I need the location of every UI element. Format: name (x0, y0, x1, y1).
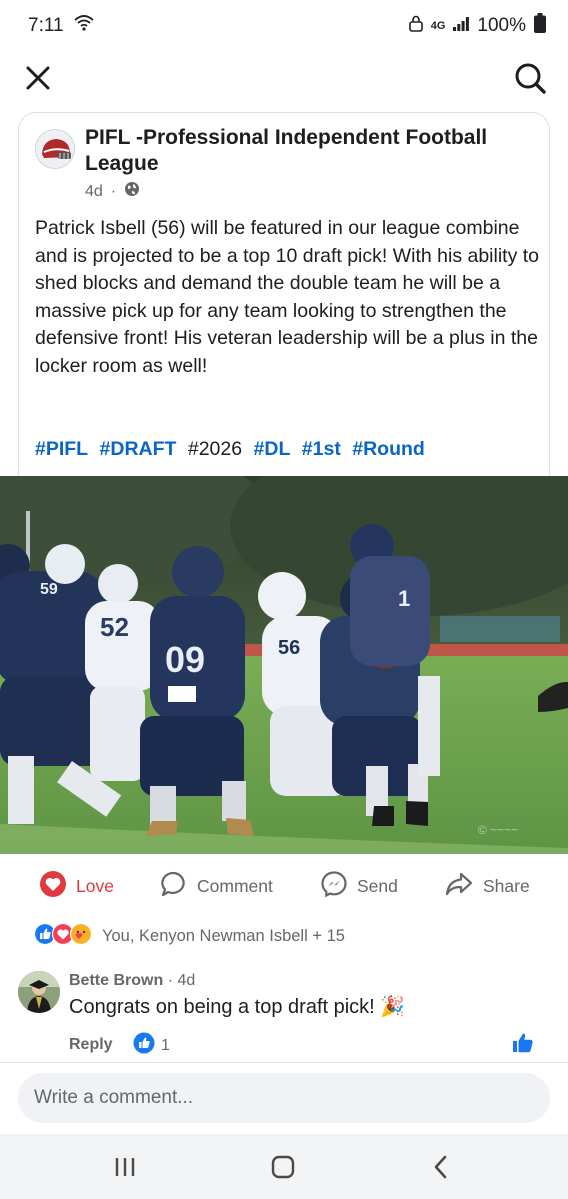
comment-input[interactable] (18, 1073, 550, 1123)
comment-button[interactable]: Comment (160, 862, 273, 910)
status-left: 7:11 (28, 15, 94, 37)
svg-text:09: 09 (165, 639, 205, 680)
wifi-icon (73, 15, 94, 37)
hashtag-dl[interactable]: #DL (254, 438, 291, 460)
comment-time: 4d (177, 972, 196, 989)
network-type: 4G (430, 20, 446, 32)
meta-separator: · (110, 182, 117, 200)
search-icon[interactable] (512, 60, 548, 96)
recent-apps-icon[interactable] (110, 1152, 140, 1182)
post-card: PIFL -Professional Independent Football … (18, 112, 550, 482)
hashtag-round[interactable]: #Round (352, 438, 425, 460)
comment-like-count[interactable]: 1 (133, 1032, 170, 1059)
post-meta: 4d · (85, 181, 140, 202)
svg-text:52: 52 (100, 612, 129, 642)
hashtag-2026: #2026 (187, 438, 243, 460)
battery-icon (534, 13, 546, 39)
heart-icon (39, 870, 67, 903)
send-button[interactable]: Send (320, 862, 398, 910)
like-reaction-icon (133, 1032, 155, 1059)
hashtag-draft[interactable]: #DRAFT (100, 438, 177, 460)
status-bar: 7:11 4G 100% (0, 0, 568, 52)
share-icon (444, 870, 474, 903)
comment-separator: · (167, 972, 178, 989)
comment-header: Bette Brown · 4d (69, 972, 195, 990)
reply-button[interactable]: Reply (69, 1036, 113, 1054)
reactions-summary[interactable]: You, Kenyon Newman Isbell + 15 (33, 922, 345, 950)
messenger-icon (320, 870, 348, 903)
hashtag-1st[interactable]: #1st (302, 438, 341, 460)
back-icon[interactable] (426, 1152, 456, 1182)
status-time: 7:11 (28, 15, 64, 36)
home-icon[interactable] (268, 1152, 298, 1182)
comment-item: Bette Brown · 4d Congrats on being a top… (18, 968, 550, 1058)
page-avatar[interactable] (35, 129, 75, 169)
status-right: 4G 100% (408, 13, 546, 39)
reaction-icons (33, 922, 93, 950)
svg-text:59: 59 (40, 581, 58, 598)
battery-percent: 100% (477, 15, 526, 36)
post-photo[interactable]: 59 52 09 56 1 © ~~~~ (0, 476, 568, 854)
comment-icon (160, 870, 188, 903)
top-bar (0, 52, 568, 104)
love-button[interactable]: Love (39, 862, 114, 910)
hashtags: #PIFL #DRAFT #2026 #DL #1st #Round (35, 438, 431, 461)
send-label: Send (357, 875, 398, 896)
lock-icon (408, 15, 423, 38)
commenter-name[interactable]: Bette Brown (69, 972, 163, 989)
comment-text: Congrats on being a top draft pick! 🎉 (69, 996, 406, 1018)
close-icon[interactable] (22, 62, 54, 94)
commenter-avatar[interactable] (18, 971, 60, 1013)
svg-text:56: 56 (278, 637, 300, 659)
comment-label: Comment (197, 875, 273, 896)
post-text: Patrick Isbell (56) will be featured in … (35, 217, 540, 377)
hashtag-pifl[interactable]: #PIFL (35, 438, 88, 460)
comment-composer (0, 1062, 568, 1134)
share-button[interactable]: Share (444, 862, 530, 910)
svg-text:© ~~~~: © ~~~~ (478, 823, 518, 837)
reactions-names: You, Kenyon Newman Isbell + 15 (102, 926, 345, 945)
share-label: Share (483, 875, 530, 896)
system-nav-bar (0, 1134, 568, 1199)
post-time[interactable]: 4d (85, 183, 103, 201)
care-reaction-icon (69, 922, 93, 950)
like-count: 1 (161, 1036, 170, 1054)
signal-icon (453, 15, 470, 37)
page-name[interactable]: PIFL -Professional Independent Football … (85, 125, 525, 177)
action-bar: Love Comment Send Share (0, 862, 568, 910)
like-icon[interactable] (512, 1032, 534, 1059)
svg-text:1: 1 (398, 586, 410, 611)
globe-icon (124, 181, 140, 202)
love-label: Love (76, 875, 114, 896)
